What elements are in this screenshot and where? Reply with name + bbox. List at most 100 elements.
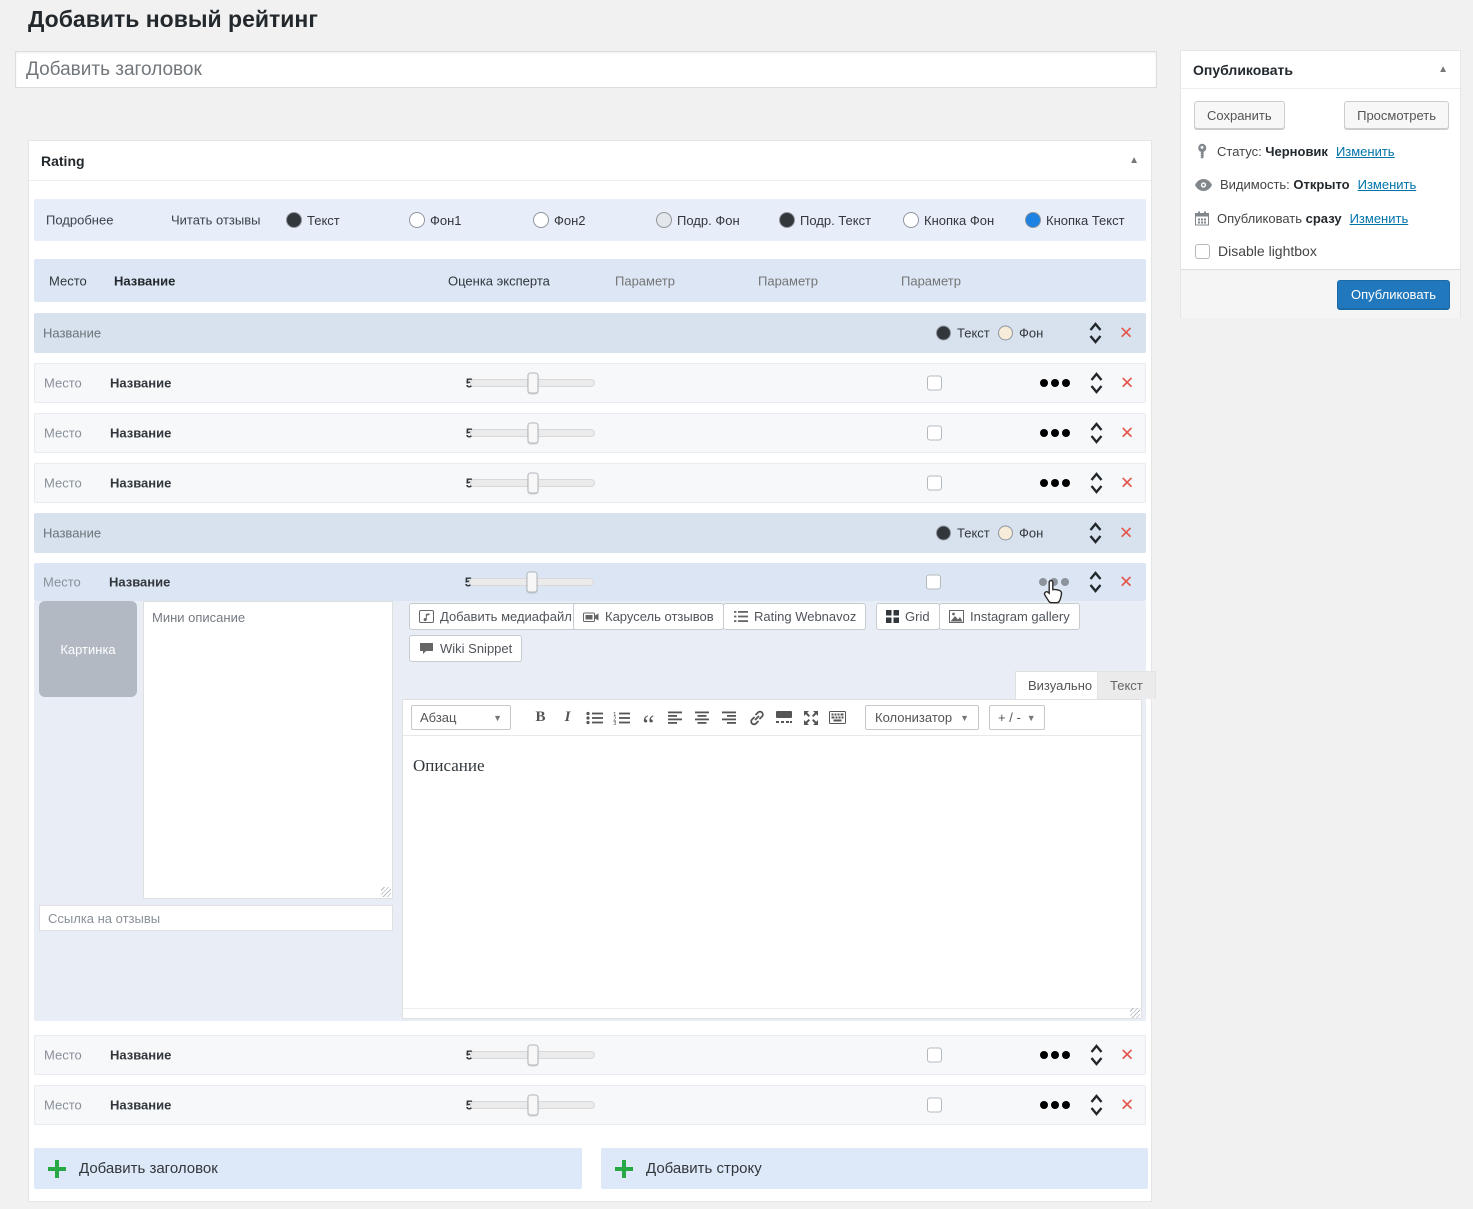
resize-grip-icon[interactable] — [1130, 1008, 1140, 1018]
place-input[interactable] — [44, 1098, 102, 1113]
color-option-text[interactable]: Текст — [286, 199, 340, 241]
carousel-button[interactable]: Карусель отзывов — [573, 603, 724, 630]
row-checkbox[interactable] — [927, 376, 942, 391]
align-center-button[interactable] — [689, 705, 716, 731]
more-label-input[interactable]: Подробнее — [46, 213, 113, 228]
fullscreen-button[interactable] — [797, 705, 824, 731]
slider-thumb[interactable] — [527, 1095, 538, 1116]
color-swatch-icon[interactable] — [998, 326, 1013, 341]
rating-slider[interactable] — [470, 1051, 595, 1059]
group-bg-color-option[interactable]: Фон — [998, 326, 1043, 341]
disable-lightbox-checkbox[interactable] — [1195, 244, 1210, 259]
rating-webnavoz-button[interactable]: Rating Webnavoz — [723, 603, 866, 630]
color-swatch-icon[interactable] — [936, 326, 951, 341]
header-param-2[interactable] — [758, 273, 868, 288]
add-media-button[interactable]: Добавить медиафайл — [409, 603, 582, 630]
reorder-control[interactable] — [1089, 420, 1104, 446]
row-options-button[interactable] — [1040, 475, 1070, 491]
row-options-button[interactable] — [1040, 1097, 1070, 1113]
row-options-button[interactable] — [1040, 425, 1070, 441]
color-swatch-icon[interactable] — [656, 212, 672, 228]
rating-slider[interactable] — [469, 578, 594, 586]
numbered-list-button[interactable]: 123 — [608, 705, 635, 731]
name-input[interactable] — [110, 376, 370, 391]
delete-row-button[interactable]: ✕ — [1120, 1047, 1134, 1064]
color-swatch-icon[interactable] — [998, 526, 1013, 541]
row-checkbox[interactable] — [926, 575, 941, 590]
color-swatch-icon[interactable] — [409, 212, 425, 228]
row-checkbox[interactable] — [927, 476, 942, 491]
grid-button[interactable]: Grid — [876, 603, 940, 630]
row-options-button[interactable] — [1040, 1047, 1070, 1063]
header-param-1[interactable] — [615, 273, 725, 288]
collapse-icon[interactable]: ▲ — [1438, 64, 1448, 75]
link-button[interactable] — [743, 705, 770, 731]
color-option-button-text[interactable]: Кнопка Текст — [1025, 199, 1125, 241]
slider-thumb[interactable] — [527, 373, 538, 394]
edit-visibility-link[interactable]: Изменить — [1358, 177, 1417, 192]
place-input[interactable] — [43, 575, 101, 590]
bold-button[interactable]: B — [527, 705, 554, 731]
reviews-label-input[interactable]: Читать отзывы — [171, 213, 260, 228]
toolbar-toggle-button[interactable] — [824, 705, 851, 731]
group-text-color-option[interactable]: Текст — [936, 326, 990, 341]
group-bg-color-option[interactable]: Фон — [998, 526, 1043, 541]
header-name[interactable] — [114, 273, 314, 288]
slider-thumb[interactable] — [526, 572, 537, 593]
delete-row-button[interactable]: ✕ — [1119, 574, 1133, 591]
reorder-control[interactable] — [1089, 370, 1104, 396]
place-input[interactable] — [44, 476, 102, 491]
edit-status-link[interactable]: Изменить — [1336, 144, 1395, 159]
place-input[interactable] — [44, 426, 102, 441]
mini-description-textarea[interactable] — [143, 601, 393, 899]
color-swatch-icon[interactable] — [286, 212, 302, 228]
editor-content[interactable]: Описание — [403, 736, 1141, 1008]
delete-row-button[interactable]: ✕ — [1120, 375, 1134, 392]
group-name-input[interactable] — [43, 326, 343, 341]
name-input[interactable] — [110, 1098, 370, 1113]
delete-group-button[interactable]: ✕ — [1119, 325, 1133, 342]
group-name-input[interactable] — [43, 526, 343, 541]
align-left-button[interactable] — [662, 705, 689, 731]
header-param-3[interactable] — [901, 273, 1011, 288]
group-text-color-option[interactable]: Текст — [936, 526, 990, 541]
reorder-control[interactable] — [1089, 470, 1104, 496]
color-swatch-icon[interactable] — [903, 212, 919, 228]
tab-text[interactable]: Текст — [1097, 671, 1156, 699]
reorder-control[interactable] — [1089, 1092, 1104, 1118]
paragraph-format-select[interactable]: Абзац ▼ — [411, 705, 511, 730]
read-more-button[interactable] — [770, 705, 797, 731]
reorder-control[interactable] — [1088, 320, 1103, 346]
row-checkbox[interactable] — [927, 426, 942, 441]
preview-button[interactable]: Просмотреть — [1344, 101, 1449, 129]
wiki-snippet-button[interactable]: Wiki Snippet — [409, 635, 522, 662]
bullet-list-button[interactable] — [581, 705, 608, 731]
delete-row-button[interactable]: ✕ — [1120, 475, 1134, 492]
italic-button[interactable]: I — [554, 705, 581, 731]
reviews-link-input[interactable] — [39, 905, 393, 931]
edit-schedule-link[interactable]: Изменить — [1350, 211, 1409, 226]
color-swatch-icon[interactable] — [1025, 212, 1041, 228]
header-place[interactable] — [49, 273, 104, 288]
add-header-button[interactable]: Добавить заголовок — [34, 1148, 582, 1189]
save-draft-button[interactable]: Сохранить — [1194, 101, 1285, 129]
delete-row-button[interactable]: ✕ — [1120, 1097, 1134, 1114]
image-upload-placeholder[interactable]: Картинка — [39, 601, 137, 697]
rating-slider[interactable] — [470, 479, 595, 487]
color-option-detail-bg[interactable]: Подр. Фон — [656, 199, 740, 241]
reorder-control[interactable] — [1088, 569, 1103, 595]
align-right-button[interactable] — [716, 705, 743, 731]
color-option-detail-text[interactable]: Подр. Текст — [779, 199, 871, 241]
name-input[interactable] — [110, 426, 370, 441]
rating-slider[interactable] — [470, 1101, 595, 1109]
tab-visual[interactable]: Визуально — [1015, 671, 1105, 699]
reorder-control[interactable] — [1089, 1042, 1104, 1068]
colonizer-dropdown[interactable]: Колонизатор ▼ — [865, 705, 979, 730]
color-swatch-icon[interactable] — [533, 212, 549, 228]
delete-row-button[interactable]: ✕ — [1120, 425, 1134, 442]
color-option-bg2[interactable]: Фон2 — [533, 199, 586, 241]
place-input[interactable] — [44, 376, 102, 391]
slider-thumb[interactable] — [527, 473, 538, 494]
delete-group-button[interactable]: ✕ — [1119, 525, 1133, 542]
place-input[interactable] — [44, 1048, 102, 1063]
